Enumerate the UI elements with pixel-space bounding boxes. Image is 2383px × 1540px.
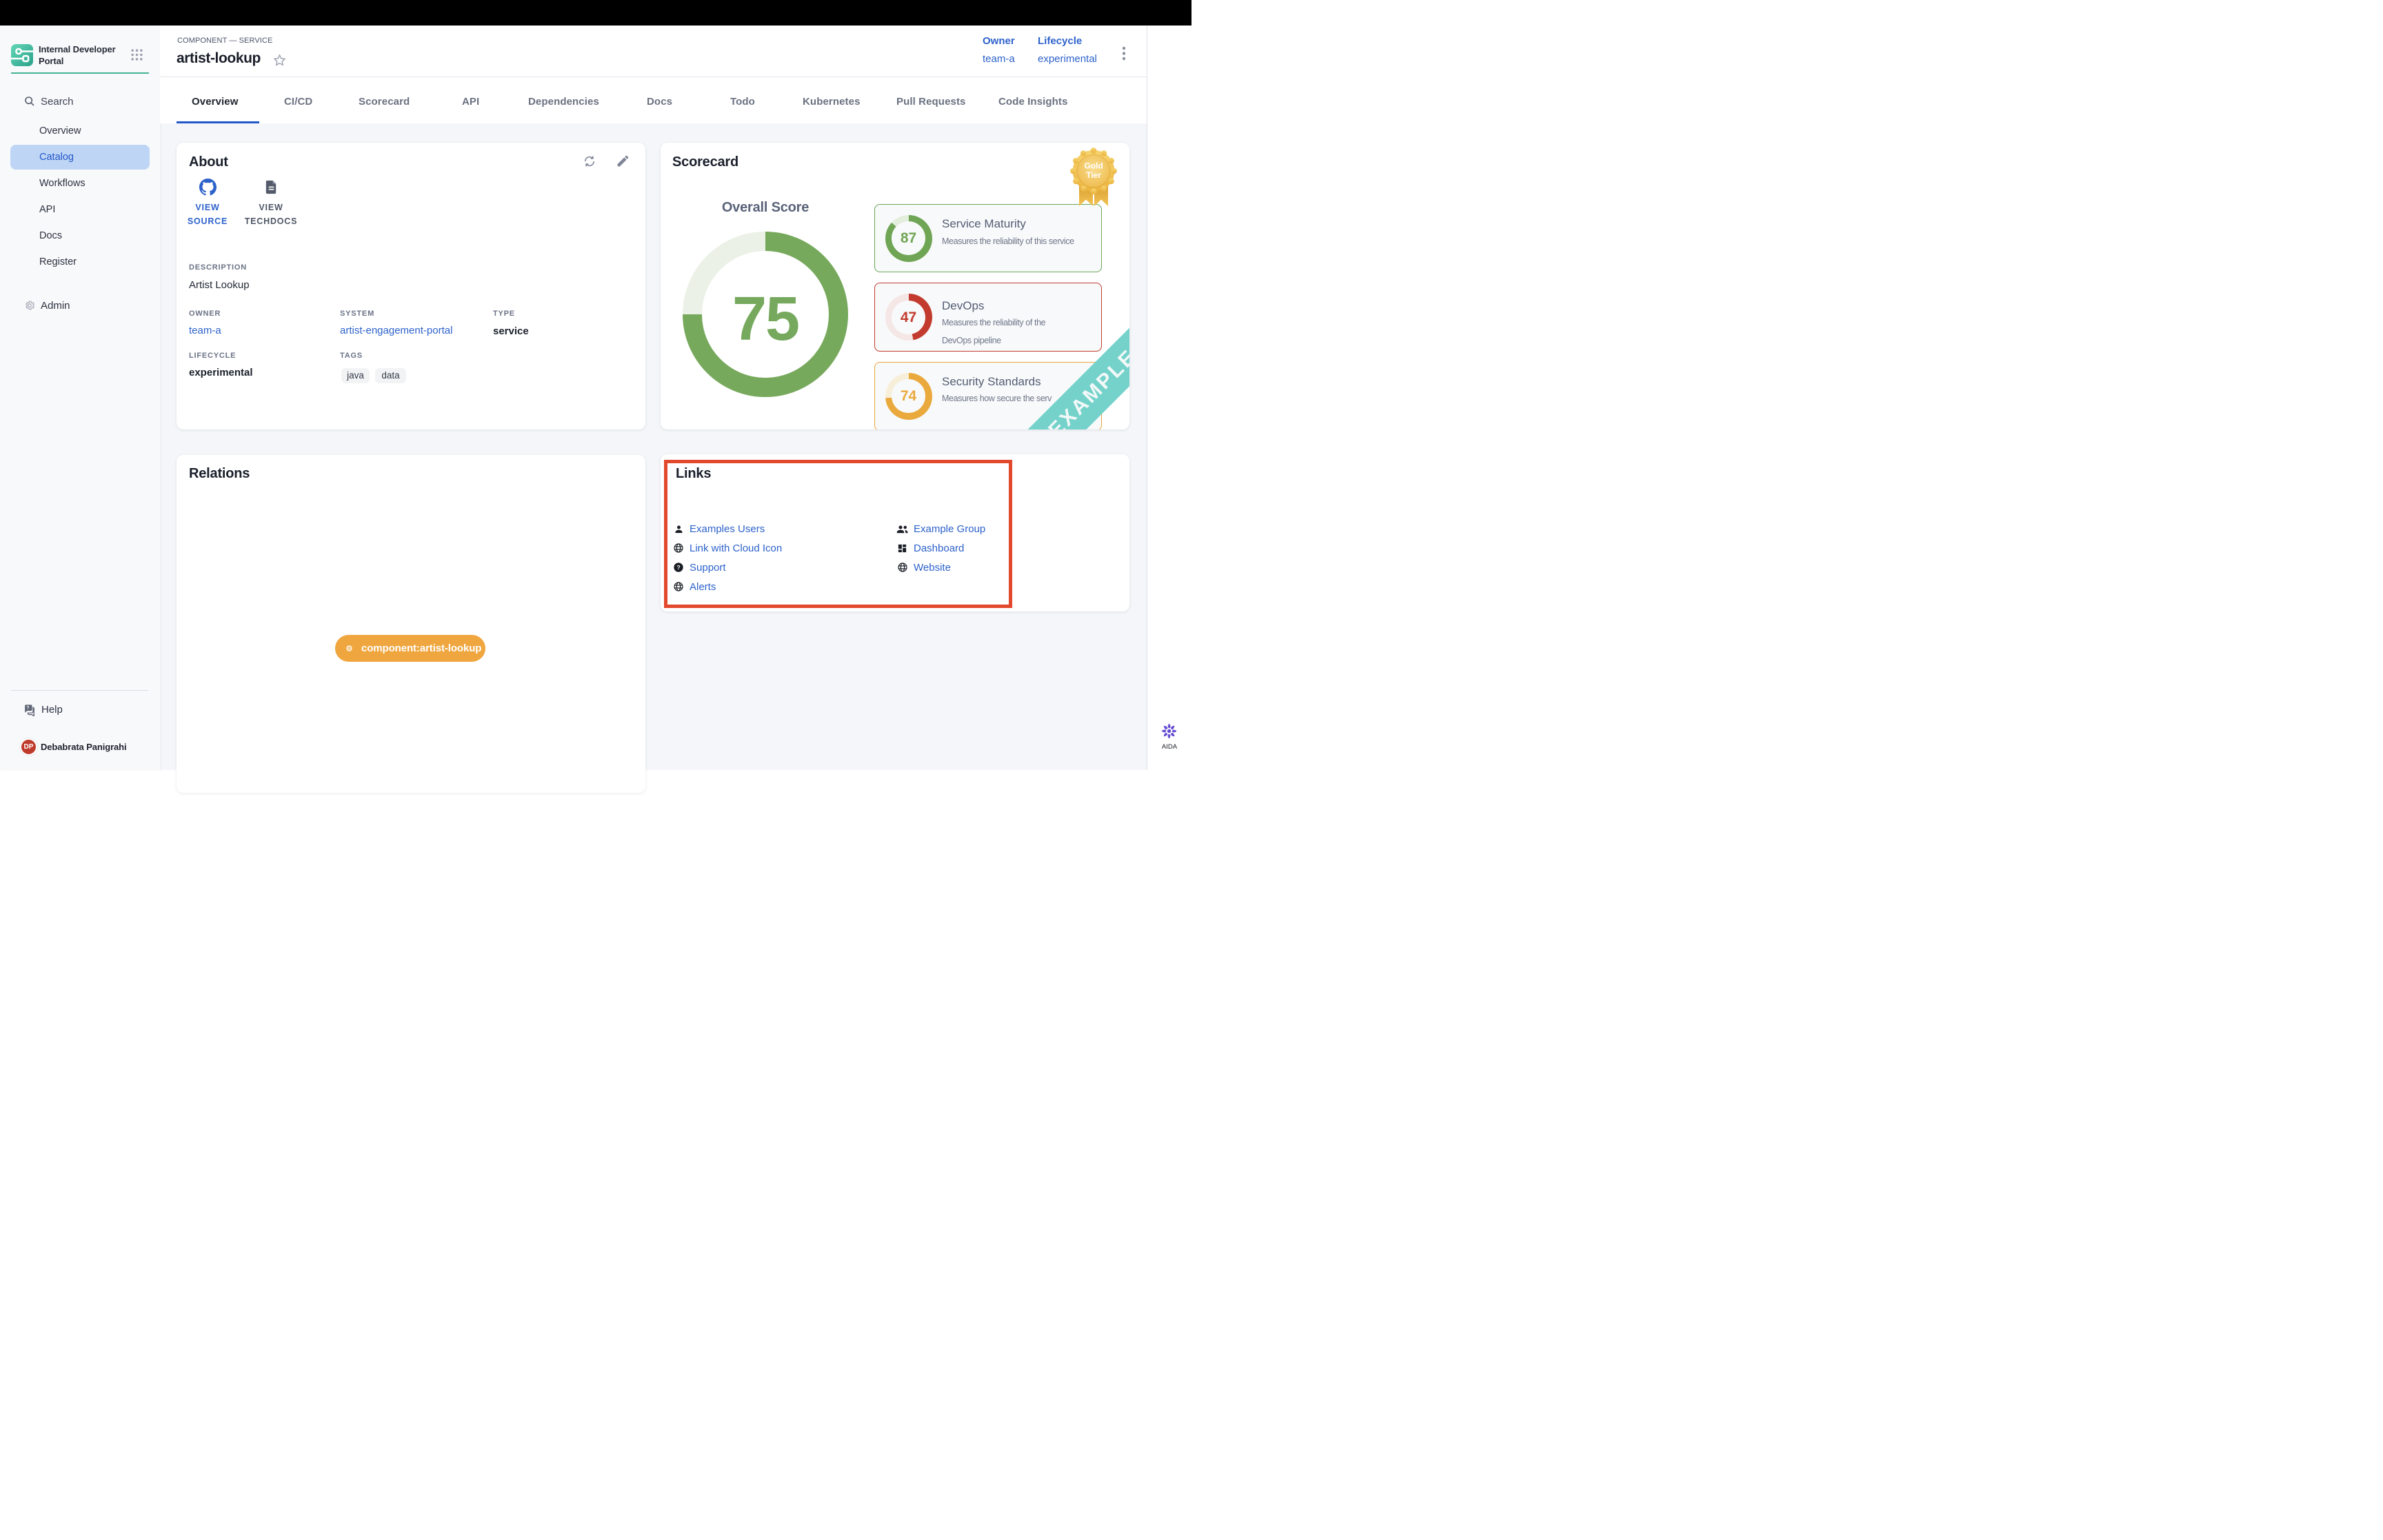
svg-text:Gold: Gold [1084, 161, 1103, 171]
svg-text:?: ? [676, 564, 680, 571]
svg-text:?: ? [26, 705, 29, 711]
svg-text:Tier: Tier [1086, 170, 1101, 180]
